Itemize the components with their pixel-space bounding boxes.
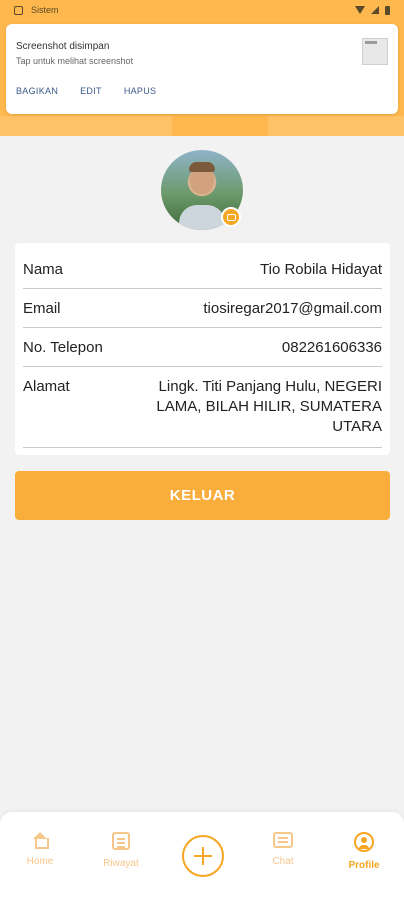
nav-item-home[interactable]: Home xyxy=(8,832,72,867)
profile-row-phone: No. Telepon 082261606336 xyxy=(23,339,382,367)
profile-row-address: Alamat Lingk. Titi Panjang Hulu, NEGERI … xyxy=(23,378,382,448)
profile-info-card: Nama Tio Robila Hidayat Email tiosiregar… xyxy=(15,243,390,455)
nav-item-chat[interactable]: Chat xyxy=(251,832,315,867)
edit-button[interactable]: EDIT xyxy=(80,86,102,96)
logout-button[interactable]: KELUAR xyxy=(15,471,390,520)
change-photo-button[interactable] xyxy=(221,207,241,227)
home-icon xyxy=(31,832,49,849)
header-segment xyxy=(268,116,404,136)
notification-title: Screenshot disimpan xyxy=(16,41,110,52)
field-label: Alamat xyxy=(23,378,70,395)
nav-item-riwayat[interactable]: Riwayat xyxy=(89,832,153,869)
field-value: tiosiregar2017@gmail.com xyxy=(203,300,382,317)
field-label: Nama xyxy=(23,261,64,278)
status-icons xyxy=(355,5,390,15)
header-segment xyxy=(0,116,172,136)
field-label: No. Telepon xyxy=(23,339,103,356)
field-value: 082261606336 xyxy=(281,339,382,356)
status-app-label: Sistem xyxy=(31,5,59,15)
notification-subtitle: Tap untuk melihat screenshot xyxy=(16,56,134,66)
notification-actions: BAGIKAN EDIT HAPUS xyxy=(16,86,156,96)
screenshot-thumbnail[interactable] xyxy=(362,38,388,65)
chat-icon xyxy=(273,832,293,848)
field-value: Tio Robila Hidayat xyxy=(260,261,382,278)
camera-icon xyxy=(226,213,236,221)
nav-label: Riwayat xyxy=(103,858,139,869)
nav-label: Profile xyxy=(348,860,380,871)
battery-icon xyxy=(385,5,390,15)
screenshot-notification[interactable]: Screenshot disimpan Tap untuk melihat sc… xyxy=(6,24,398,114)
field-value: Lingk. Titi Panjang Hulu, NEGERI LAMA, B… xyxy=(156,378,382,435)
plus-icon xyxy=(194,847,212,865)
profile-icon xyxy=(354,832,374,852)
field-label: Email xyxy=(23,300,61,317)
nav-item-profile[interactable]: Profile xyxy=(332,832,396,871)
nav-label: Chat xyxy=(272,856,294,867)
system-icon xyxy=(14,5,23,15)
profile-row-name: Nama Tio Robila Hidayat xyxy=(23,261,382,289)
share-button[interactable]: BAGIKAN xyxy=(16,86,58,96)
wifi-icon xyxy=(355,6,365,14)
signal-icon xyxy=(371,6,379,14)
calendar-icon xyxy=(112,832,130,850)
status-bar: Sistem xyxy=(0,0,404,20)
add-button[interactable] xyxy=(182,835,224,877)
profile-row-email: Email tiosiregar2017@gmail.com xyxy=(23,300,382,328)
nav-label: Home xyxy=(26,856,54,867)
delete-button[interactable]: HAPUS xyxy=(124,86,157,96)
